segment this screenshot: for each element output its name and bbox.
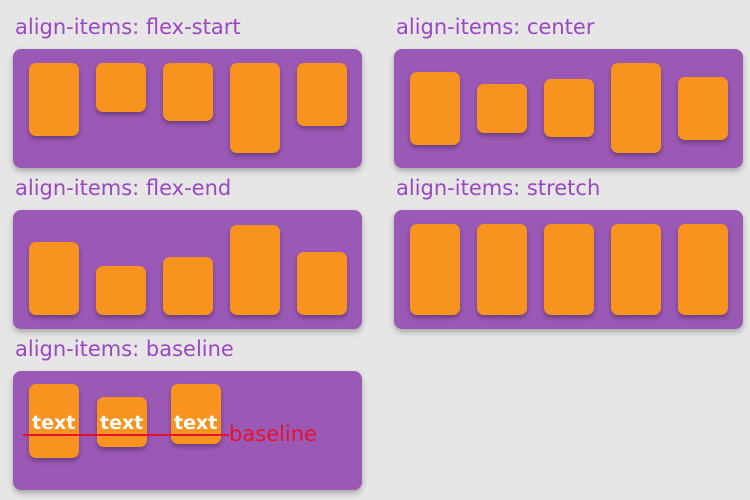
flex-item-3 [163,257,213,315]
panel-flex-start [13,49,362,168]
flex-item-3 [163,63,213,121]
flex-item-1 [410,72,460,145]
panel-flex-end [13,210,362,329]
flex-item-2 [96,266,146,315]
flex-item-2 [477,84,527,133]
panel-center [394,49,743,168]
flex-item-5 [678,224,728,315]
title-stretch: align-items: stretch [396,176,601,200]
item-text: text [32,412,76,434]
flex-item-4 [230,225,280,315]
flex-item-5 [678,77,728,140]
flex-item-1: text [29,384,79,458]
flex-item-1 [29,63,79,136]
flex-item-5 [297,63,347,126]
baseline-label: baseline [229,422,317,446]
flex-item-4 [230,63,280,153]
flex-item-5 [297,252,347,315]
title-flex-start: align-items: flex-start [15,15,241,39]
baseline-line [23,434,229,436]
title-flex-end: align-items: flex-end [15,176,232,200]
flex-item-3 [544,224,594,315]
item-text: text [100,412,144,434]
title-center: align-items: center [396,15,595,39]
panel-stretch [394,210,743,329]
panel-baseline: text text text baseline [13,371,362,490]
title-baseline: align-items: baseline [15,337,234,361]
flex-item-1 [29,242,79,315]
flex-item-1 [410,224,460,315]
flex-item-3 [544,79,594,137]
flex-item-4 [611,63,661,153]
flex-item-2 [477,224,527,315]
flex-item-2: text [97,397,147,447]
flex-item-4 [611,224,661,315]
item-text: text [174,412,218,434]
flex-item-2 [96,63,146,112]
